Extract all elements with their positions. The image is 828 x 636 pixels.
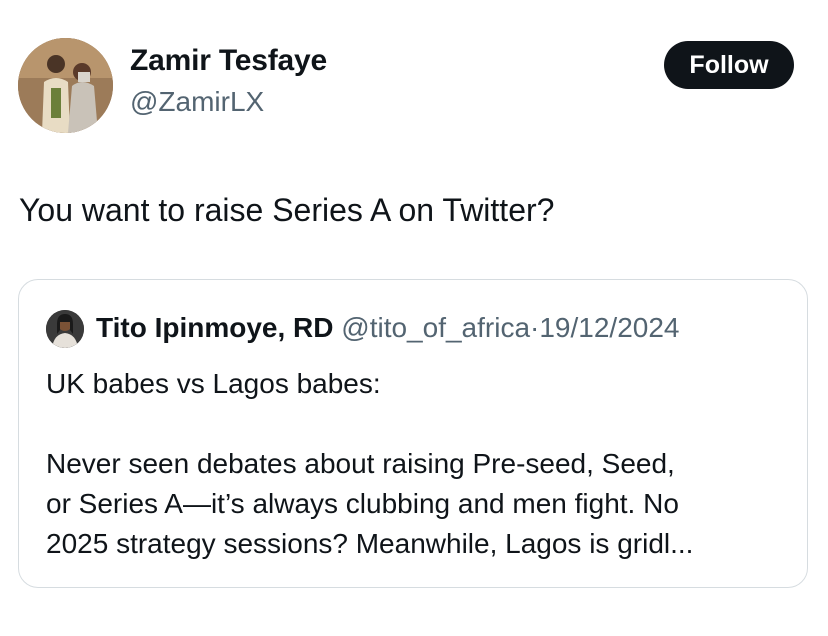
avatar-photo-icon (18, 38, 113, 133)
header-separator: · (530, 312, 540, 343)
tweet-text: You want to raise Series A on Twitter? (19, 192, 555, 228)
quoted-line: or Series A—it’s always clubbing and men… (46, 488, 679, 519)
quoted-tweet-date[interactable]: 19/12/2024 (539, 312, 679, 343)
quoted-line: UK babes vs Lagos babes: (46, 368, 381, 399)
quoted-author-handle[interactable]: @tito_of_africa (341, 312, 530, 343)
follow-button[interactable]: Follow (664, 41, 794, 89)
author-handle[interactable]: @ZamirLX (130, 86, 264, 118)
quoted-avatar-photo-icon (46, 310, 84, 348)
quoted-tweet-header: Tito Ipinmoye, RD @tito_of_africa·19/12/… (96, 309, 680, 347)
quoted-tweet-body: UK babes vs Lagos babes: Never seen deba… (46, 364, 806, 564)
author-display-name[interactable]: Zamir Tesfaye (130, 44, 327, 78)
quoted-author-name[interactable]: Tito Ipinmoye, RD (96, 312, 334, 343)
quoted-line: 2025 strategy sessions? Meanwhile, Lagos… (46, 528, 694, 559)
quoted-line: Never seen debates about raising Pre-see… (46, 448, 675, 479)
quoted-author-avatar[interactable] (46, 310, 84, 348)
author-avatar[interactable] (18, 38, 113, 133)
quoted-tweet-card[interactable]: Tito Ipinmoye, RD @tito_of_africa·19/12/… (18, 279, 808, 588)
